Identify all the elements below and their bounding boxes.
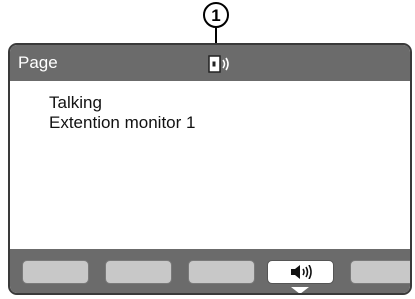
call-party-text: Extention monitor 1	[49, 113, 196, 132]
phone-display: Page Talking Extention monitor 1	[8, 43, 412, 295]
softkey-bar	[10, 249, 410, 293]
softkey-3[interactable]	[188, 260, 255, 284]
callout-number: 1	[211, 5, 221, 25]
title-bar: Page	[10, 45, 410, 81]
speaker-icon	[290, 265, 312, 279]
speaker-phone-icon	[208, 55, 229, 73]
call-status-content: Talking Extention monitor 1	[49, 93, 195, 133]
softkey-2[interactable]	[105, 260, 172, 284]
callout-marker-1: 1	[203, 2, 229, 28]
screen-title: Page	[18, 53, 58, 72]
call-state-text: Talking	[49, 93, 102, 112]
softkey-speaker[interactable]	[267, 260, 334, 284]
softkey-5[interactable]	[350, 260, 410, 284]
softkey-1[interactable]	[22, 260, 89, 284]
softkey-selection-arrow-icon	[291, 287, 309, 293]
